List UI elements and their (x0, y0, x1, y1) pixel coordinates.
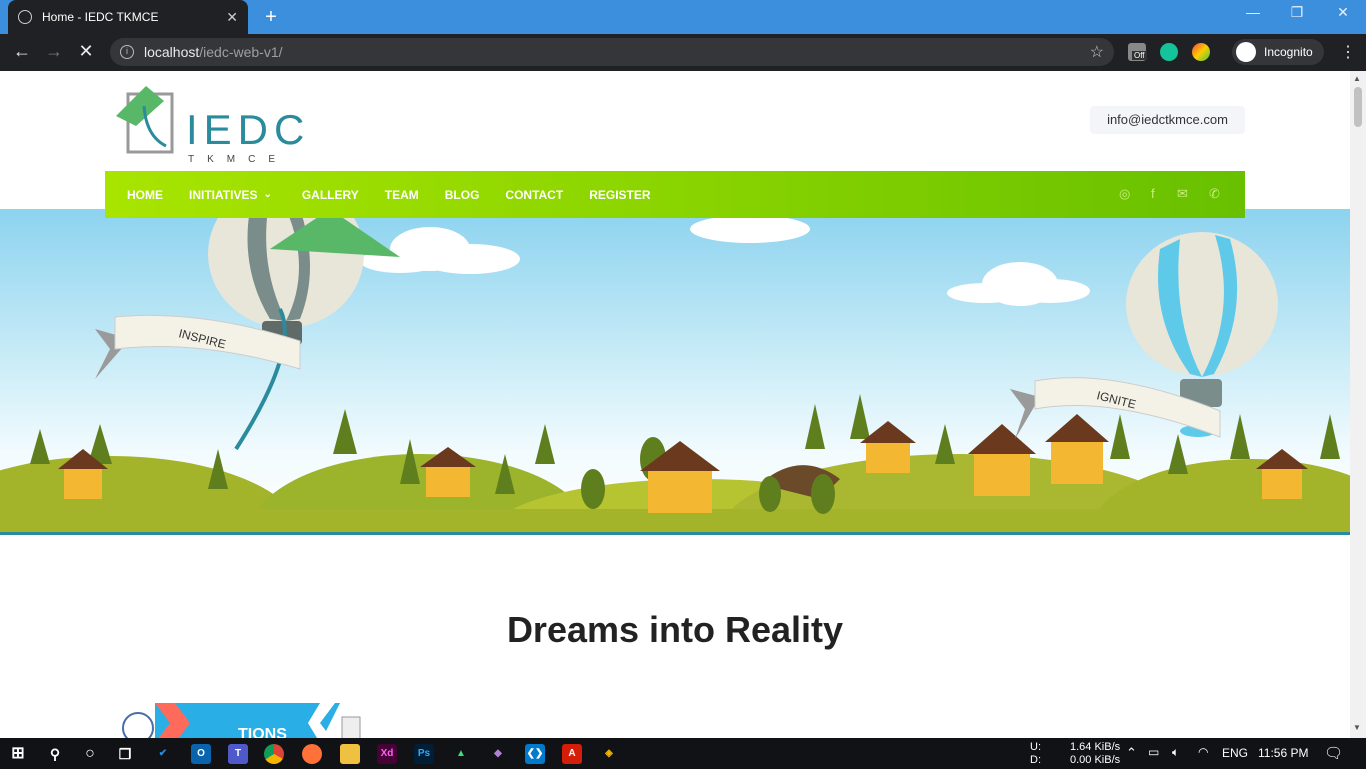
incognito-icon (1236, 42, 1256, 62)
battery-icon[interactable]: ▭ (1148, 745, 1159, 759)
wifi-icon[interactable]: ◠ (1198, 745, 1208, 759)
acrobat-icon[interactable]: A (562, 744, 582, 764)
search-icon[interactable]: ⚲ (45, 744, 65, 764)
nav-initiatives[interactable]: INITIATIVES (189, 188, 257, 202)
site-logo[interactable]: IEDC TKMCE (116, 86, 306, 165)
nav-home[interactable]: HOME (127, 188, 163, 202)
adobe-xd-icon[interactable]: Xd (377, 744, 397, 764)
url-path: /iedc-web-v1/ (199, 44, 283, 60)
incognito-profile[interactable]: Incognito (1232, 39, 1324, 65)
outlook-icon[interactable]: O (191, 744, 211, 764)
close-window-icon[interactable]: ✕ (1328, 4, 1358, 21)
hero-divider (0, 532, 1350, 535)
volume-icon[interactable]: 🔈︎ (1172, 745, 1179, 760)
nav-gallery[interactable]: GALLERY (302, 188, 359, 202)
clock[interactable]: 11:56 PM (1258, 746, 1308, 760)
scroll-up-icon[interactable]: ▲ (1353, 74, 1361, 83)
file-explorer-icon[interactable] (340, 744, 360, 764)
chrome-icon[interactable] (264, 744, 284, 764)
promo-text: TIONS (238, 726, 287, 738)
scroll-thumb[interactable] (1354, 87, 1362, 127)
nav-team[interactable]: TEAM (385, 188, 419, 202)
back-icon[interactable]: ← (10, 41, 34, 62)
stop-loading-icon[interactable]: ✕ (74, 41, 98, 62)
android-studio-icon[interactable]: ▲ (451, 744, 471, 764)
address-bar[interactable]: i localhost/iedc-web-v1/ ☆ (110, 38, 1114, 66)
color-extension-icon[interactable] (1192, 43, 1210, 61)
promo-banner[interactable]: TIONS (120, 703, 370, 738)
nav-register[interactable]: REGISTER (589, 188, 650, 202)
scroll-down-icon[interactable]: ▼ (1353, 723, 1361, 732)
facebook-icon[interactable]: f (1151, 186, 1155, 201)
windows-taskbar: ⊞ ⚲ ○ ❒ ✔ O T Xd Ps ▲ ◆ ❮❯ A ◈ U: D: 1.6… (0, 738, 1366, 769)
hero-illustration: INSPIRE IGNITE (0, 209, 1350, 534)
tab-title: Home - IEDC TKMCE (42, 10, 159, 24)
logo-text: IEDC (186, 106, 311, 153)
upload-speed: 1.64 KiB/s (1070, 741, 1121, 753)
visual-studio-icon[interactable]: ◆ (488, 744, 508, 764)
vscode-icon[interactable]: ❮❯ (525, 744, 545, 764)
logo-subtext: TKMCE (188, 154, 288, 165)
nav-contact[interactable]: CONTACT (505, 188, 563, 202)
nav-blog[interactable]: BLOG (445, 188, 480, 202)
browser-toolbar: ← → ✕ i localhost/iedc-web-v1/ ☆ Off Inc… (0, 34, 1366, 71)
browser-titlebar: Home - IEDC TKMCE ✕ + — ❐ ✕ (0, 0, 1366, 34)
download-speed: 0.00 KiB/s (1070, 754, 1121, 766)
download-label: D: (1030, 754, 1041, 766)
teams-icon[interactable]: T (228, 744, 248, 764)
upload-label: U: (1030, 741, 1041, 753)
incognito-label: Incognito (1264, 45, 1313, 59)
clouds (360, 215, 1090, 306)
site-info-icon[interactable]: i (120, 45, 134, 59)
grammarly-icon[interactable] (1160, 43, 1178, 61)
url-host: localhost (144, 44, 200, 60)
cortana-icon[interactable]: ○ (80, 744, 100, 764)
tray-chevron-icon[interactable]: ⌃ (1126, 745, 1137, 761)
web-page: INSPIRE IGNITE IEDC TKMCE info@iedctkmce… (0, 71, 1350, 738)
todo-icon[interactable]: ✔ (153, 744, 173, 764)
language-indicator[interactable]: ENG (1222, 746, 1248, 760)
browser-tab[interactable]: Home - IEDC TKMCE ✕ (8, 0, 248, 34)
restore-icon[interactable]: ❐ (1282, 4, 1312, 21)
windows-start-icon[interactable]: ⊞ (8, 744, 28, 764)
photoshop-icon[interactable]: Ps (414, 744, 434, 764)
forward-icon[interactable]: → (42, 41, 66, 62)
hero-scene: INSPIRE IGNITE (0, 209, 1350, 534)
bookmark-star-icon[interactable]: ☆ (1090, 42, 1104, 62)
notifications-icon[interactable]: 🗨︎ (1324, 744, 1343, 762)
chevron-down-icon[interactable]: ⌄ (263, 189, 271, 200)
page-scrollbar[interactable]: ▲ ▼ (1350, 71, 1366, 738)
task-view-icon[interactable]: ❒ (115, 744, 135, 764)
minimize-icon[interactable]: — (1238, 4, 1268, 20)
email-contact-link[interactable]: info@iedctkmce.com (1090, 106, 1245, 134)
site-favicon-icon (18, 10, 32, 24)
git-tool-icon[interactable]: ◈ (599, 744, 619, 764)
promo-graphic: TIONS (122, 703, 361, 738)
menu-kebab-icon[interactable]: ⋮ (1340, 42, 1356, 62)
main-navigation: HOME INITIATIVES ⌄ GALLERY TEAM BLOG CON… (105, 171, 1245, 218)
tab-close-icon[interactable]: ✕ (226, 9, 238, 26)
extension-badge: Off (1132, 51, 1147, 60)
instagram-icon[interactable]: ◎ (1119, 186, 1130, 202)
kite-logo-icon (116, 86, 174, 154)
extension-off-icon[interactable]: Off (1128, 43, 1147, 61)
phone-icon[interactable]: ✆ (1209, 186, 1220, 202)
page-headline: Dreams into Reality (506, 609, 844, 650)
new-tab-button[interactable]: + (260, 6, 282, 29)
mail-icon[interactable]: ✉ (1177, 186, 1188, 202)
firefox-icon[interactable] (302, 744, 322, 764)
